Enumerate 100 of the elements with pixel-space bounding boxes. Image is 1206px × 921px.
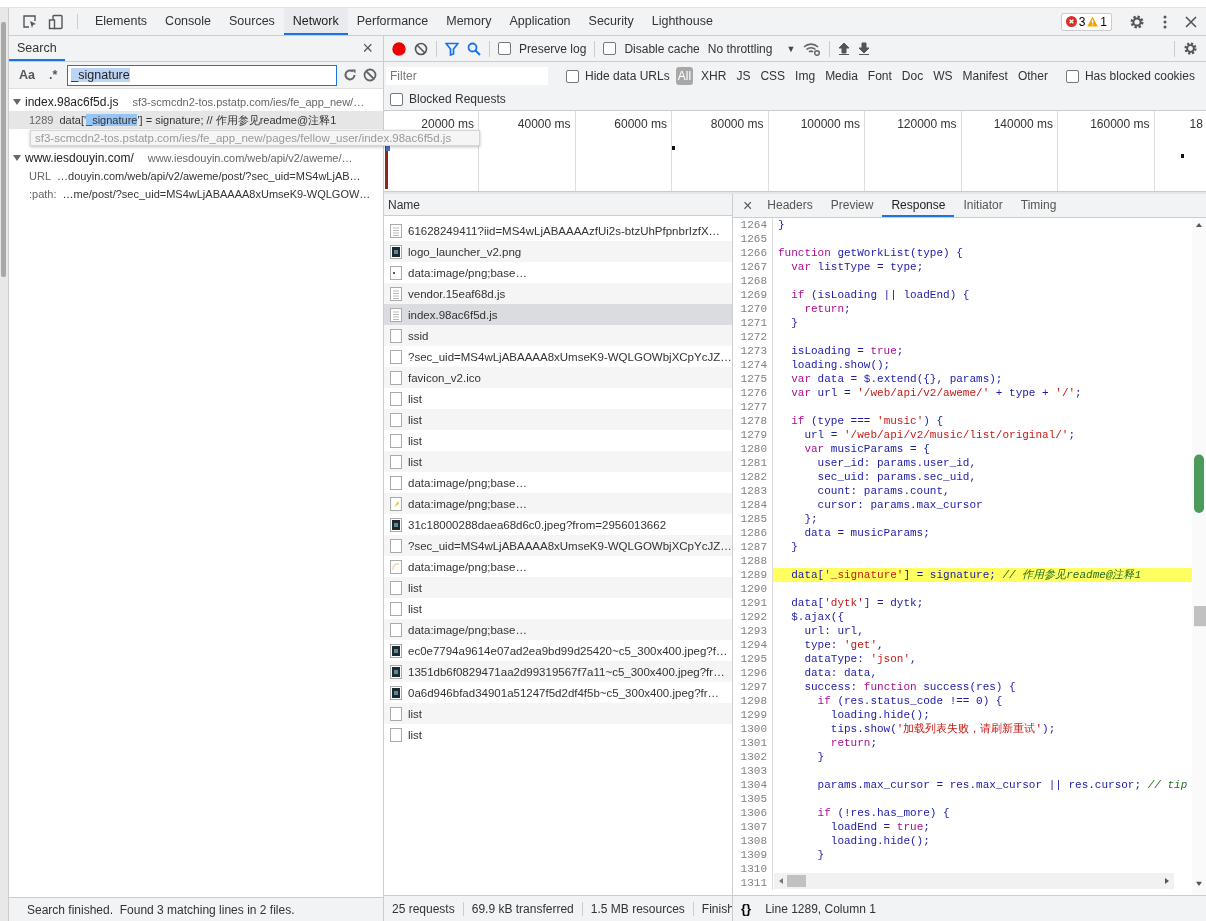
checkbox-label[interactable]: Blocked Requests: [409, 92, 506, 106]
pretty-print-button[interactable]: {}: [739, 901, 754, 916]
search-icon[interactable]: [467, 41, 481, 56]
type-filter[interactable]: Doc: [899, 67, 926, 85]
close-icon[interactable]: [1185, 15, 1197, 28]
request-row[interactable]: list: [384, 430, 732, 451]
type-filter[interactable]: Img: [793, 67, 818, 85]
type-filter[interactable]: Other: [1015, 67, 1050, 85]
type-filter[interactable]: Manifest: [960, 67, 1010, 85]
clear-icon[interactable]: [414, 41, 428, 56]
refresh-icon[interactable]: [343, 68, 357, 82]
checkbox[interactable]: [1065, 69, 1079, 83]
search-field[interactable]: _signature: [67, 64, 337, 86]
request-row[interactable]: list: [384, 577, 732, 598]
code-line: data: data,: [803, 666, 879, 680]
type-filter[interactable]: CSS: [758, 67, 788, 85]
stop-recording-icon[interactable]: [392, 41, 406, 56]
filter-field[interactable]: Filter: [386, 67, 548, 85]
collapse-triangle-icon[interactable]: [13, 154, 21, 162]
throttling-dropdown[interactable]: No throttling ▼: [707, 41, 796, 56]
request-row[interactable]: 1351db6f0829471aa2d99319567f7a11~c5_300x400.jpeg?fr…: [384, 661, 732, 682]
request-row[interactable]: data:image/png;base…: [384, 262, 732, 283]
panel-tab[interactable]: Lighthouse: [642, 8, 722, 35]
panel-tab[interactable]: Security: [579, 8, 643, 35]
panel-tab[interactable]: Performance: [347, 8, 438, 35]
match-line[interactable]: …me/post/?sec_uid=MS4wLjABAAAA8xUmseK9-WQLGOW…: [62, 188, 371, 200]
details-tab[interactable]: Response: [882, 194, 955, 217]
match-case-button[interactable]: Aa: [15, 68, 39, 82]
panel-tab[interactable]: Network: [283, 8, 348, 35]
request-row[interactable]: ?sec_uid=MS4wLjABAAAA8xUmseK9-WQLGOWbjXCpYcJZ…: [384, 535, 732, 556]
request-row[interactable]: list: [384, 703, 732, 724]
settings-icon[interactable]: [1183, 41, 1198, 56]
checkbox-label[interactable]: Preserve log: [519, 41, 587, 56]
request-row[interactable]: ssid: [384, 325, 732, 346]
regex-button[interactable]: .*: [45, 68, 62, 82]
details-tab[interactable]: Headers: [758, 194, 822, 217]
request-row[interactable]: favicon_v2.ico: [384, 367, 732, 388]
download-icon[interactable]: [858, 41, 871, 56]
column-header[interactable]: Name: [388, 197, 420, 212]
request-row[interactable]: 0a6d946bfad34901a51247f5d2df4f5b~c5_300x400.jpeg?fr…: [384, 682, 732, 703]
code-line: loading.show();: [790, 358, 892, 372]
clear-icon[interactable]: [363, 68, 377, 82]
request-row[interactable]: index.98ac6f5d.js: [384, 304, 732, 325]
wifi-settings-icon[interactable]: [803, 41, 822, 56]
panel-tab[interactable]: Console: [156, 8, 220, 35]
panel-tab[interactable]: Elements: [86, 8, 157, 35]
details-tab[interactable]: Preview: [821, 194, 883, 217]
code-line: type: 'get',: [803, 638, 885, 652]
page-scrollbar[interactable]: [1, 22, 6, 277]
checkbox[interactable]: [390, 92, 403, 106]
error-icon: [1065, 16, 1077, 27]
close-button[interactable]: ×: [737, 194, 759, 217]
panel-tab[interactable]: Application: [500, 8, 580, 35]
result-file-name[interactable]: www.iesdouyin.com/: [25, 151, 134, 165]
type-filter[interactable]: XHR: [699, 67, 729, 85]
request-row[interactable]: list: [384, 388, 732, 409]
request-row[interactable]: ?sec_uid=MS4wLjABAAAA8xUmseK9-WQLGOWbjXCpYcJZ…: [384, 346, 732, 367]
horizontal-scrollbar[interactable]: [774, 873, 1174, 889]
request-row[interactable]: data:image/png;base…: [384, 556, 732, 577]
request-row[interactable]: data:image/png;base…: [384, 493, 732, 514]
file-icon: [390, 307, 402, 322]
type-filter[interactable]: Media: [823, 67, 860, 85]
match-line[interactable]: …douyin.com/web/api/v2/aweme/post/?sec_uid=MS4wLjAB…: [57, 170, 361, 182]
panel-tab[interactable]: Sources: [220, 8, 284, 35]
result-file-name[interactable]: index.98ac6f5d.js: [25, 95, 119, 109]
panel-tab[interactable]: Memory: [437, 8, 501, 35]
upload-icon[interactable]: [838, 41, 851, 56]
request-row[interactable]: list: [384, 451, 732, 472]
checkbox[interactable]: [498, 42, 511, 55]
code-line: params.max_cursor = res.max_cursor || res.cursor; // tip: [816, 778, 1189, 792]
close-button[interactable]: ×: [352, 36, 383, 61]
request-row[interactable]: data:image/png;base…: [384, 472, 732, 493]
checkbox[interactable]: [603, 42, 617, 55]
details-tab[interactable]: Initiator: [954, 194, 1012, 217]
collapse-triangle-icon[interactable]: [13, 98, 21, 106]
more-options-icon[interactable]: [1163, 14, 1167, 29]
type-filter[interactable]: WS: [931, 67, 955, 85]
details-tab[interactable]: Timing: [1011, 194, 1066, 217]
match-line[interactable]: data['_signature'] = signature; // 作用参见readme@注释1: [59, 112, 337, 128]
request-row[interactable]: data:image/png;base…: [384, 619, 732, 640]
issues-button[interactable]: 3 1: [1060, 12, 1112, 31]
checkbox[interactable]: [566, 69, 579, 83]
filter-icon[interactable]: [445, 41, 459, 56]
inspect-icon[interactable]: [22, 13, 38, 30]
request-row[interactable]: vendor.15eaf68d.js: [384, 283, 732, 304]
checkbox-label[interactable]: Hide data URLs: [585, 69, 670, 83]
code-line: $.ajax({: [790, 610, 845, 624]
request-row[interactable]: ec0e7794a9614e07ad2ea9bd99d25420~c5_300x400.jpeg?f…: [384, 640, 732, 661]
type-filter[interactable]: Font: [865, 67, 894, 85]
request-row[interactable]: list: [384, 724, 732, 745]
request-row[interactable]: logo_launcher_v2.png: [384, 241, 732, 262]
checkbox-label[interactable]: Has blocked cookies: [1084, 69, 1195, 83]
request-row[interactable]: list: [384, 409, 732, 430]
settings-icon[interactable]: [1129, 13, 1145, 30]
checkbox-label[interactable]: Disable cache: [624, 41, 700, 56]
request-row[interactable]: list: [384, 598, 732, 619]
request-row[interactable]: 61628249411?iid=MS4wLjABAAAAzfUi2s-btzUhPfpnbrIzfX…: [384, 220, 732, 241]
device-icon[interactable]: [48, 13, 64, 30]
request-row[interactable]: 31c18000288daea68d6c0.jpeg?from=2956013662: [384, 514, 732, 535]
type-filter[interactable]: JS: [734, 67, 753, 85]
